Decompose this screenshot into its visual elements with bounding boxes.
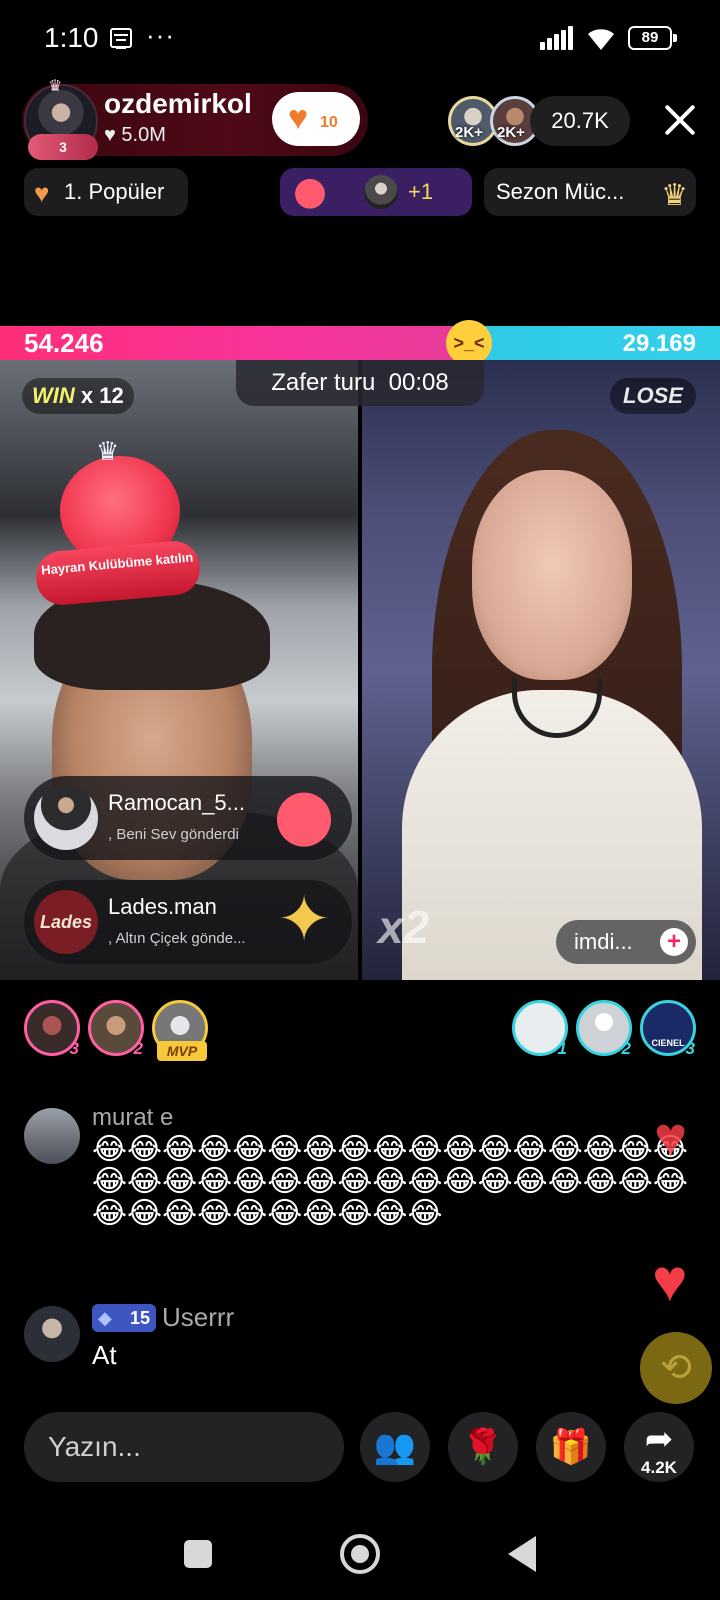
recents-button[interactable]	[184, 1540, 212, 1568]
chat-avatar[interactable]	[24, 1108, 80, 1164]
close-icon[interactable]	[660, 100, 700, 140]
score-left: 54.246	[24, 328, 104, 358]
popular-rank-chip[interactable]: ♥ 1. Popüler	[24, 168, 188, 216]
season-challenge-label: Sezon Müc...	[496, 179, 625, 204]
repost-icon[interactable]: ⟲	[640, 1332, 712, 1404]
battle-score-bar	[0, 326, 720, 360]
chat-username[interactable]: Userrr	[162, 1302, 234, 1333]
score-right: 29.169	[622, 330, 696, 357]
host-likes: ♥ 5.0M	[104, 124, 166, 146]
supporter-rank: 1	[557, 1039, 567, 1058]
floating-heart-icon: ♥	[654, 1105, 688, 1168]
win-streak-count: x 12	[80, 383, 124, 408]
lose-badge: LOSE	[610, 378, 696, 414]
home-button[interactable]	[340, 1534, 380, 1574]
heart-icon: ♥	[34, 178, 50, 208]
share-icon: ➦	[644, 1420, 674, 1458]
supporter-avatar-left[interactable]: 3	[24, 1000, 80, 1058]
gift-notification[interactable]: Ramocan_5... , Beni Sev gönderdi	[24, 776, 352, 860]
supporter-avatar-right[interactable]: 1	[512, 1000, 568, 1058]
gifter-name: Ramocan_5...	[108, 790, 245, 815]
win-streak-badge: WIN x 12	[22, 378, 134, 414]
friends-icon[interactable]: 👥	[360, 1412, 430, 1482]
popular-rank-label: 1. Popüler	[64, 179, 165, 204]
gift-ranking-chip[interactable]: +1	[280, 168, 472, 216]
viewer-badge: 2K+	[455, 124, 483, 141]
comment-input[interactable]: Yazın...	[24, 1412, 344, 1482]
heart-gift-icon	[292, 174, 328, 210]
supporter-rank: 3	[69, 1039, 79, 1058]
fan-club-count: 10	[320, 114, 338, 131]
gold-flower-gift-icon: ✦	[277, 883, 331, 955]
more-notifications-icon: ···	[146, 20, 175, 50]
crown-icon: ♛	[661, 179, 688, 212]
season-challenge-chip[interactable]: Sezon Müc... ♛	[484, 168, 696, 216]
supporter-avatar-left[interactable]: MVP	[152, 1000, 208, 1061]
share-button[interactable]: ➦ 4.2K	[624, 1412, 694, 1482]
supporter-rank: 2	[133, 1039, 143, 1058]
chat-username[interactable]: murat e	[92, 1104, 173, 1132]
floating-heart-icon: ♥	[652, 1247, 688, 1314]
mvp-badge: MVP	[157, 1041, 207, 1061]
gifter-avatar	[364, 175, 398, 209]
status-bar: 1:10 ··· 89	[0, 0, 720, 78]
clock: 1:10	[44, 22, 99, 53]
timer-label: Zafer turu	[271, 369, 376, 396]
share-count: 4.2K	[641, 1458, 677, 1477]
fan-club-join-sticker[interactable]: ♛ Hayran Kulübüme katılın	[30, 436, 206, 608]
invite-button[interactable]: imdi... +	[556, 920, 696, 964]
gift-description: , Beni Sev gönderdi	[108, 826, 239, 843]
gifter-name: Lades.man	[108, 894, 217, 919]
chat-message: 😂😂😂😂😂😂😂😂😂😂😂😂😂😂😂😂😂😂😂😂😂😂😂😂😂😂😂😂😂😂😂😂😂😂😂😂😂😂😂😂…	[92, 1133, 688, 1230]
supporter-avatar-left[interactable]: 2	[88, 1000, 144, 1058]
heart-gift-icon	[268, 780, 340, 852]
gifter-avatar: Lades	[34, 890, 98, 954]
timer-value: 00:08	[388, 369, 449, 396]
crown-icon: ♛	[96, 436, 120, 466]
back-button[interactable]	[508, 1536, 536, 1572]
viewer-count[interactable]: 20.7K	[530, 96, 630, 146]
battle-timer: Zafer turu 00:08	[236, 360, 484, 406]
wifi-icon	[588, 29, 614, 50]
calendar-icon	[110, 28, 132, 49]
viewer-badge: 2K+	[497, 124, 525, 141]
supporter-avatar-right[interactable]: 2	[576, 1000, 632, 1058]
win-label: WIN	[32, 383, 75, 408]
user-level-badge: 15	[92, 1304, 156, 1332]
supporter-rank: 2	[621, 1039, 631, 1058]
rose-gift-icon[interactable]: 🌹	[448, 1412, 518, 1482]
host-name[interactable]: ozdemirkol	[104, 88, 252, 120]
chat-message: At	[92, 1340, 117, 1370]
supporter-rank: 3	[685, 1039, 695, 1058]
host-level-badge: 3	[28, 134, 98, 160]
supporter-label: CIENEL	[651, 1038, 685, 1048]
score-multiplier: x2	[378, 901, 430, 953]
gifter-avatar	[34, 786, 98, 850]
fan-club-follow-button[interactable]: ♥ 10	[272, 92, 360, 146]
opponent-video-feed[interactable]	[362, 360, 720, 980]
supporter-avatar-right[interactable]: CIENEL 3	[640, 1000, 696, 1058]
signal-icon	[540, 26, 574, 50]
crown-icon: ♛	[48, 78, 63, 95]
opponent-face	[472, 470, 632, 680]
gift-notification[interactable]: Lades Lades.man , Altın Çiçek gönde... ✦	[24, 880, 352, 964]
gift-description: , Altın Çiçek gönde...	[108, 930, 246, 947]
gifter-extra-count: +1	[408, 179, 434, 204]
chat-avatar[interactable]	[24, 1306, 80, 1362]
fan-club-join-text: Hayran Kulübüme katılın	[33, 538, 203, 608]
battery-icon: 89	[628, 26, 677, 50]
invite-label: imdi...	[574, 929, 633, 954]
plus-icon: +	[660, 928, 688, 956]
gift-box-icon[interactable]: 🎁	[536, 1412, 606, 1482]
